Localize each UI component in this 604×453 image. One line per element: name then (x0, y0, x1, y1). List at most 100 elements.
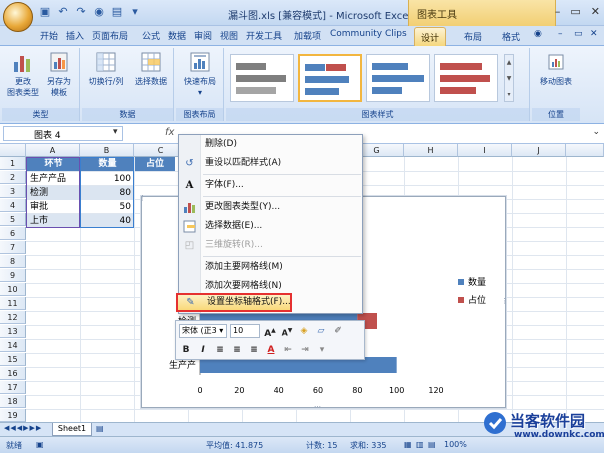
column-header[interactable]: J (512, 144, 566, 157)
x-tick-label[interactable]: 100 (389, 386, 404, 395)
row-header[interactable]: 13 (0, 325, 26, 338)
tab-insert[interactable]: 插入 (66, 29, 84, 42)
row-header[interactable]: 7 (0, 241, 26, 254)
tab-page-layout[interactable]: 页面布局 (92, 29, 128, 42)
shrink-font-icon[interactable]: A▼ (280, 324, 294, 338)
ribbon-minimize-icon[interactable]: – (558, 29, 563, 39)
close-icon[interactable]: ✕ (591, 5, 600, 18)
tab-developer[interactable]: 开发工具 (246, 29, 282, 42)
page-layout-view-icon[interactable]: ▥ (416, 440, 424, 449)
help-circle-icon[interactable]: ◉ (92, 5, 106, 19)
format-painter-icon[interactable]: ✐ (331, 324, 345, 338)
chart-style-1[interactable] (230, 54, 294, 102)
font-color-icon[interactable]: A (264, 343, 278, 357)
switch-row-column-button[interactable]: 切换行/列 (84, 50, 128, 87)
align-left-icon[interactable]: ≡ (213, 343, 227, 357)
quick-layout-button[interactable]: 快速布局 ▾ (178, 50, 222, 98)
row-header[interactable]: 4 (0, 199, 26, 212)
row-header[interactable]: 3 (0, 185, 26, 198)
tab-addins[interactable]: 加载项 (294, 29, 321, 42)
ribbon-restore-icon[interactable]: ▭ (574, 29, 583, 39)
normal-view-icon[interactable]: ▦ (404, 440, 412, 449)
help-icon[interactable]: ◉ (534, 29, 542, 39)
insert-sheet-icon[interactable]: ▤ (96, 424, 104, 433)
legend-label[interactable]: 数量 (468, 276, 486, 288)
x-tick-label[interactable]: 60 (313, 386, 323, 395)
name-box-dropdown-icon[interactable]: ▾ (113, 127, 118, 137)
sheet-nav-arrows-icon[interactable]: ◀◀◀▶▶▶ (4, 424, 42, 432)
x-tick-label[interactable]: 40 (274, 386, 284, 395)
row-header[interactable]: 12 (0, 311, 26, 324)
more-options-icon[interactable]: ▾ (315, 343, 329, 357)
x-tick-label[interactable]: 80 (352, 386, 362, 395)
font-name-select[interactable]: 宋体 (正3 ▾ (179, 324, 227, 338)
resize-handle[interactable]: ⋮ (139, 194, 146, 202)
column-header[interactable]: A (26, 144, 80, 157)
save-as-template-button[interactable]: 另存为 模板 (42, 50, 76, 98)
increase-indent-icon[interactable]: ⇥ (298, 343, 312, 357)
column-header[interactable]: B (80, 144, 134, 157)
chart-style-2[interactable] (298, 54, 362, 102)
save-icon[interactable]: ▣ (38, 5, 52, 19)
align-center-icon[interactable]: ≡ (230, 343, 244, 357)
tab-format[interactable]: 格式 (496, 27, 526, 46)
row-header[interactable]: 1 (0, 157, 26, 170)
tab-review[interactable]: 审阅 (194, 29, 212, 42)
row-header[interactable]: 15 (0, 353, 26, 366)
minimize-icon[interactable]: – (555, 5, 561, 18)
tab-view[interactable]: 视图 (220, 29, 238, 42)
x-tick-label[interactable]: 20 (234, 386, 244, 395)
select-all-corner[interactable] (0, 144, 26, 157)
tab-community-clips[interactable]: Community Clips (330, 29, 407, 39)
menu-item-change-chart-type[interactable]: 更改图表类型(Y)... (179, 198, 362, 217)
row-header[interactable]: 2 (0, 171, 26, 184)
office-button[interactable] (3, 2, 33, 32)
ribbon-close-icon[interactable]: ✕ (590, 29, 598, 39)
menu-item-add-major-gridlines[interactable]: 添加主要网格线(M) (179, 258, 362, 277)
chart-style-4[interactable] (434, 54, 498, 102)
macro-record-icon[interactable]: ▣ (36, 440, 44, 449)
align-right-icon[interactable]: ≡ (247, 343, 261, 357)
redo-icon[interactable]: ↷ (74, 5, 88, 19)
row-header[interactable]: 17 (0, 381, 26, 394)
grow-font-icon[interactable]: A▲ (263, 324, 277, 339)
row-header[interactable]: 14 (0, 339, 26, 352)
row-header[interactable]: 16 (0, 367, 26, 380)
tab-layout[interactable]: 布局 (458, 27, 488, 46)
name-box[interactable]: 图表 4 (3, 126, 123, 141)
menu-item-reset-style[interactable]: ↺ 重设以匹配样式(A) (179, 154, 362, 173)
customize-qat-icon[interactable]: ▾ (128, 5, 142, 19)
print-preview-icon[interactable]: ▤ (110, 5, 124, 19)
header-cell[interactable]: 占位 (135, 157, 175, 171)
chart-style-3[interactable] (366, 54, 430, 102)
page-break-view-icon[interactable]: ▤ (428, 440, 436, 449)
decrease-indent-icon[interactable]: ⇤ (281, 343, 295, 357)
row-header[interactable]: 8 (0, 255, 26, 268)
menu-item-select-data[interactable]: 选择数据(E)... (179, 217, 362, 236)
undo-icon[interactable]: ↶ (56, 5, 70, 19)
row-header[interactable]: 11 (0, 297, 26, 310)
legend-swatch[interactable] (458, 279, 464, 285)
font-size-select[interactable]: 10 (230, 324, 260, 338)
move-chart-button[interactable]: 移动图表 (534, 50, 578, 87)
legend-swatch[interactable] (458, 297, 464, 303)
tab-data[interactable]: 数据 (168, 29, 186, 42)
row-header[interactable]: 10 (0, 283, 26, 296)
row-header[interactable]: 18 (0, 395, 26, 408)
outline-color-icon[interactable]: ▱ (314, 324, 328, 338)
row-header[interactable]: 5 (0, 213, 26, 226)
menu-item-format-axis[interactable]: ✎ 设置坐标轴格式(F)... (176, 293, 292, 312)
menu-item-font[interactable]: A 字体(F)... (179, 176, 362, 195)
resize-handle[interactable]: … (314, 401, 321, 409)
style-gallery-scroll[interactable]: ▲ ▼ ▾ (504, 54, 514, 102)
legend-label[interactable]: 占位 (468, 294, 486, 306)
x-tick-label[interactable]: 0 (197, 386, 202, 395)
tab-formulas[interactable]: 公式 (142, 29, 160, 42)
menu-item-delete[interactable]: 删除(D) (179, 135, 362, 154)
zoom-level[interactable]: 100% (444, 440, 467, 449)
row-header[interactable]: 6 (0, 227, 26, 240)
column-header[interactable]: H (404, 144, 458, 157)
expand-formula-icon[interactable]: ⌄ (592, 127, 600, 137)
italic-button[interactable]: I (196, 343, 210, 357)
column-header[interactable]: I (458, 144, 512, 157)
